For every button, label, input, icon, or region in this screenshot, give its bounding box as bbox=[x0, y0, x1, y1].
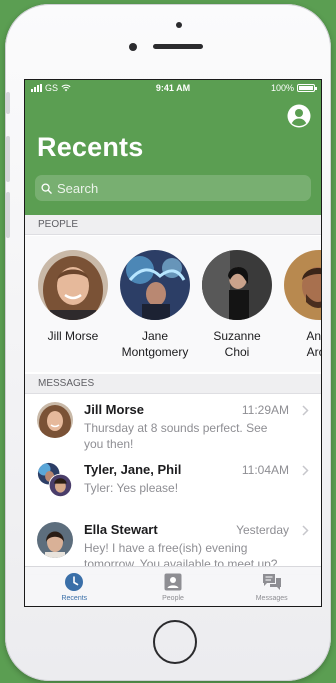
tab-label: Messages bbox=[255, 595, 288, 602]
search-icon bbox=[41, 182, 52, 194]
message-row-jill-morse[interactable]: Jill Morse 11:29AM Thursday at 8 sounds … bbox=[25, 394, 321, 455]
home-button[interactable] bbox=[153, 620, 197, 664]
tab-people[interactable]: People bbox=[124, 567, 223, 606]
tab-label: Recents bbox=[61, 595, 88, 602]
chevron-right-icon bbox=[302, 405, 309, 416]
avatar bbox=[38, 250, 108, 320]
person-name: Suzanne Choi bbox=[213, 329, 261, 359]
proximity-sensor bbox=[176, 22, 182, 28]
front-camera bbox=[129, 43, 137, 51]
tab-recents[interactable]: Recents bbox=[25, 567, 124, 606]
person-name: Andr Arch bbox=[306, 329, 321, 359]
avatar bbox=[120, 250, 190, 320]
status-bar: GS 9:41 AM 100% bbox=[25, 80, 321, 96]
tab-bar: Recents People Messages bbox=[25, 566, 321, 606]
avatar bbox=[284, 250, 321, 320]
person-suzanne-choi[interactable]: Suzanne Choi bbox=[197, 250, 277, 360]
person-name: Jill Morse bbox=[47, 329, 99, 343]
search-input[interactable] bbox=[57, 180, 297, 196]
message-time: 11:04AM bbox=[241, 463, 289, 477]
avatar bbox=[202, 250, 272, 320]
contact-card-icon bbox=[164, 573, 182, 591]
earpiece-speaker bbox=[153, 44, 203, 49]
person-andrew-archer[interactable]: Andr Arch bbox=[279, 250, 321, 360]
mute-switch bbox=[6, 92, 10, 114]
avatar bbox=[37, 402, 73, 438]
person-jill-morse[interactable]: Jill Morse bbox=[33, 250, 113, 344]
person-jane-montgomery[interactable]: Jane Montgomery bbox=[115, 250, 195, 360]
message-row-tyler-jane-phil[interactable]: Tyler, Jane, Phil 11:04AM Tyler: Yes ple… bbox=[25, 454, 321, 515]
message-time: Yesterday bbox=[236, 523, 289, 537]
volume-up-button bbox=[6, 136, 10, 182]
chevron-right-icon bbox=[302, 465, 309, 476]
message-preview: Tyler: Yes please! bbox=[84, 481, 179, 495]
message-time: 11:29AM bbox=[241, 403, 289, 417]
person-name: Jane Montgomery bbox=[121, 329, 189, 359]
message-sender: Tyler, Jane, Phil bbox=[84, 462, 182, 477]
message-sender: Ella Stewart bbox=[84, 522, 158, 537]
tab-messages[interactable]: Messages bbox=[222, 567, 321, 606]
app-header: GS 9:41 AM 100% Recents bbox=[25, 80, 321, 215]
search-bar[interactable] bbox=[35, 175, 311, 201]
people-section-header: PEOPLE bbox=[25, 215, 321, 235]
battery-icon bbox=[297, 84, 317, 92]
battery-percent: 100% bbox=[270, 83, 294, 93]
app-screen: GS 9:41 AM 100% Recents Search PEOPLE Ji… bbox=[25, 80, 321, 606]
people-carousel[interactable]: Jill Morse Jane Montgomery Suzanne Choi … bbox=[25, 236, 321, 372]
page-title: Recents bbox=[37, 132, 144, 162]
avatar bbox=[37, 522, 73, 558]
message-preview: Thursday at 8 sounds perfect. See you th… bbox=[84, 421, 268, 451]
messages-section-header: MESSAGES bbox=[25, 374, 321, 394]
volume-down-button bbox=[6, 192, 10, 238]
group-avatar bbox=[37, 462, 73, 498]
chat-bubbles-icon bbox=[262, 574, 281, 590]
chevron-right-icon bbox=[302, 525, 309, 536]
clock-icon bbox=[65, 573, 84, 591]
tab-label: People bbox=[162, 595, 184, 602]
message-sender: Jill Morse bbox=[84, 402, 144, 417]
person-circle-icon[interactable] bbox=[287, 104, 311, 128]
